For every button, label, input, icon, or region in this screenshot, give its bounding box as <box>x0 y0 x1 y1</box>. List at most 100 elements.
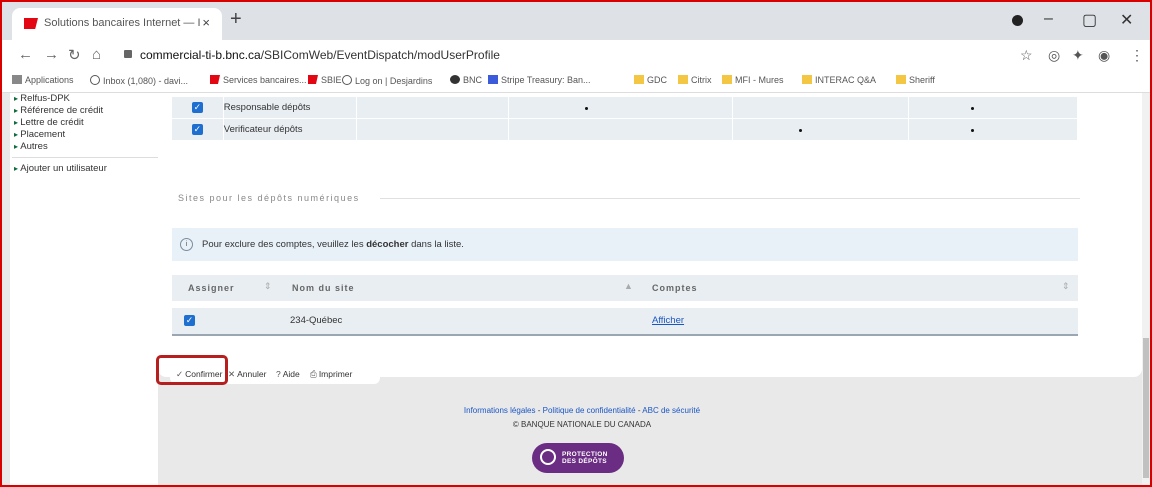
extension-icon[interactable]: ✦ <box>1072 47 1084 64</box>
confirm-highlight-box <box>156 355 228 385</box>
new-tab-icon[interactable]: + <box>230 9 242 29</box>
screenshot-frame: Solutions bancaires Internet — I × + – ▢… <box>0 0 1152 487</box>
minimize-icon[interactable]: – <box>1044 10 1053 28</box>
column-header-site[interactable]: Nom du site <box>292 283 355 293</box>
address-bar[interactable]: commercial-ti-b.bnc.ca/SBIComWeb/EventDi… <box>140 48 500 62</box>
role-label: Verificateur dépôts <box>223 118 357 141</box>
bnc-favicon-icon <box>24 18 38 29</box>
folder-icon <box>896 75 906 84</box>
help-button[interactable]: ? Aide <box>276 369 300 379</box>
badge-line-2: DES DÉPÔTS <box>562 458 607 465</box>
protection-icon <box>540 449 556 465</box>
browser-tab-bar: Solutions bancaires Internet — I × + – ▢… <box>2 2 1150 40</box>
tab-close-icon[interactable]: × <box>202 15 210 30</box>
table-row: ✓ Verificateur dépôts <box>172 118 1079 141</box>
role-checkbox[interactable]: ✓ <box>191 101 203 113</box>
folder-icon <box>634 75 644 84</box>
nav-item-placement[interactable]: Placement <box>14 129 65 140</box>
screenshot-icon[interactable]: ◎ <box>1048 47 1060 64</box>
folder-icon <box>722 75 732 84</box>
nav-item-add-user[interactable]: Ajouter un utilisateur <box>14 163 107 174</box>
page-body: Relfus-DPK Référence de crédit Lettre de… <box>2 93 1150 485</box>
legal-link[interactable]: Informations légales <box>464 406 536 415</box>
bookmark-citrix[interactable]: Citrix <box>678 75 712 85</box>
apps-grid-icon <box>12 75 22 84</box>
sort-asc-icon[interactable]: ▲ <box>624 281 633 291</box>
bookmark-services-bancaires[interactable]: Services bancaires... <box>210 75 307 85</box>
roles-table: ✓ Responsable dépôts ✓ Verificateur dépô… <box>172 97 1079 141</box>
maximize-icon[interactable]: ▢ <box>1082 10 1097 30</box>
left-navigation: Relfus-DPK Référence de crédit Lettre de… <box>10 93 158 485</box>
column-header-accounts[interactable]: Comptes <box>652 283 698 293</box>
bookmark-desjardins[interactable]: Log on | Desjardins <box>342 75 432 86</box>
stripe-icon <box>488 75 498 84</box>
back-icon[interactable]: ← <box>18 46 33 63</box>
sort-icon[interactable]: ⇕ <box>1062 281 1070 292</box>
bookmark-bnc[interactable]: BNC <box>450 75 482 85</box>
browser-tab[interactable]: Solutions bancaires Internet — I × <box>12 8 222 40</box>
extension-puzzle-icon[interactable]: ◉ <box>1098 47 1110 64</box>
forward-icon[interactable]: → <box>44 46 59 63</box>
url-path: /SBIComWeb/EventDispatch/modUserProfile <box>260 48 500 62</box>
cancel-x-icon: ✕ <box>228 369 236 379</box>
tab-title: Solutions bancaires Internet — I <box>44 17 201 29</box>
nav-item-lettre-credit[interactable]: Lettre de crédit <box>14 117 83 128</box>
help-icon: ? <box>276 369 281 379</box>
deposit-protection-badge[interactable]: PROTECTION DES DÉPÔTS <box>532 443 624 473</box>
page-footer: Informations légales - Politique de conf… <box>422 406 742 429</box>
show-accounts-link[interactable]: Afficher <box>652 315 684 326</box>
role-checkbox[interactable]: ✓ <box>191 123 203 135</box>
permission-dot <box>970 107 974 110</box>
footer-links: Informations légales - Politique de conf… <box>463 406 701 415</box>
home-icon[interactable]: ⌂ <box>92 46 101 63</box>
bookmark-sheriff[interactable]: Sheriff <box>896 75 935 85</box>
bookmark-mfi[interactable]: MFI - Mures <box>722 75 784 85</box>
bookmark-gdc[interactable]: GDC <box>634 75 667 85</box>
permission-dot <box>584 107 588 110</box>
bookmark-interac[interactable]: INTERAC Q&A <box>802 75 876 85</box>
bookmarks-bar: Applications Inbox (1,080) - davi... Ser… <box>2 70 1150 93</box>
globe-icon <box>450 75 460 84</box>
cancel-button[interactable]: ✕ Annuler <box>228 369 266 380</box>
info-banner: i Pour exclure des comptes, veuillez les… <box>172 228 1078 261</box>
section-title: Sites pour les dépôts numériques <box>178 193 360 203</box>
main-content: ✓ Responsable dépôts ✓ Verificateur dépô… <box>158 93 1142 377</box>
gmail-icon <box>90 75 100 85</box>
nav-item-relfus[interactable]: Relfus-DPK <box>14 93 70 104</box>
permission-dot <box>970 129 974 132</box>
profile-icon[interactable] <box>1012 15 1023 26</box>
menu-icon[interactable]: ⋮ <box>1130 47 1144 64</box>
nav-divider <box>12 157 158 158</box>
info-icon: i <box>180 238 193 251</box>
bookmark-stripe[interactable]: Stripe Treasury: Ban... <box>488 75 591 85</box>
bookmark-applications[interactable]: Applications <box>12 75 74 85</box>
table-row: ✓ 234-Québec Afficher <box>172 308 1078 336</box>
desjardins-icon <box>342 75 352 85</box>
scrollbar-thumb[interactable] <box>1143 338 1149 478</box>
window-close-icon[interactable]: ✕ <box>1120 10 1133 30</box>
bnc-icon <box>308 75 318 84</box>
badge-line-1: PROTECTION <box>562 451 608 458</box>
folder-icon <box>802 75 812 84</box>
url-host: commercial-ti-b.bnc.ca <box>140 48 261 62</box>
folder-icon <box>678 75 688 84</box>
assign-checkbox[interactable]: ✓ <box>184 315 195 326</box>
bookmark-inbox[interactable]: Inbox (1,080) - davi... <box>90 75 188 86</box>
reload-icon[interactable]: ↻ <box>68 46 81 64</box>
column-header-assign[interactable]: Assigner <box>188 283 235 293</box>
section-divider <box>380 198 1080 199</box>
nav-item-reference-credit[interactable]: Référence de crédit <box>14 105 103 116</box>
site-name: 234-Québec <box>290 315 343 326</box>
info-text: Pour exclure des comptes, veuillez les d… <box>202 239 464 250</box>
nav-item-autres[interactable]: Autres <box>14 141 47 152</box>
bookmark-star-icon[interactable]: ☆ <box>1020 47 1033 64</box>
copyright: © BANQUE NATIONALE DU CANADA <box>512 420 652 429</box>
security-link[interactable]: ABC de sécurité <box>642 406 700 415</box>
privacy-link[interactable]: Politique de confidentialité <box>543 406 636 415</box>
lock-icon <box>124 50 132 58</box>
sites-table-header: Assigner ⇕ Nom du site ▲ Comptes ⇕ <box>172 275 1078 301</box>
bookmark-sbie[interactable]: SBIE <box>308 75 342 85</box>
print-button[interactable]: ⎙ Imprimer <box>310 369 352 380</box>
sort-icon[interactable]: ⇕ <box>264 281 272 292</box>
permission-dot <box>798 129 802 132</box>
